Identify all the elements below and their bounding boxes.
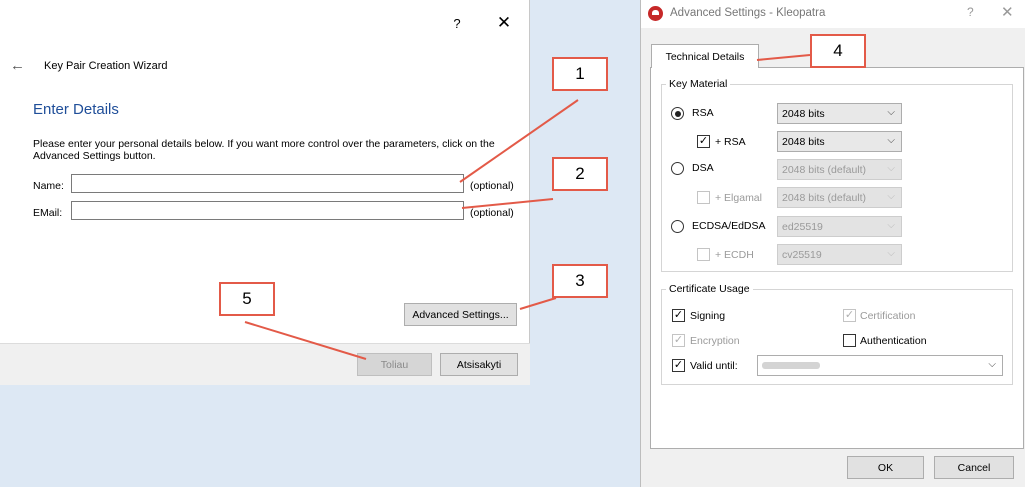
callout-2: 2 bbox=[552, 157, 608, 191]
callout-4: 4 bbox=[810, 34, 866, 68]
callout-line-2 bbox=[461, 198, 554, 209]
callout-leader-lines bbox=[244, 54, 811, 360]
callout-5: 5 bbox=[219, 282, 275, 316]
callout-line-5 bbox=[244, 321, 367, 360]
callout-1: 1 bbox=[552, 57, 608, 91]
callout-3: 3 bbox=[552, 264, 608, 298]
callout-line-3 bbox=[519, 297, 557, 310]
callout-line-4 bbox=[756, 54, 811, 61]
